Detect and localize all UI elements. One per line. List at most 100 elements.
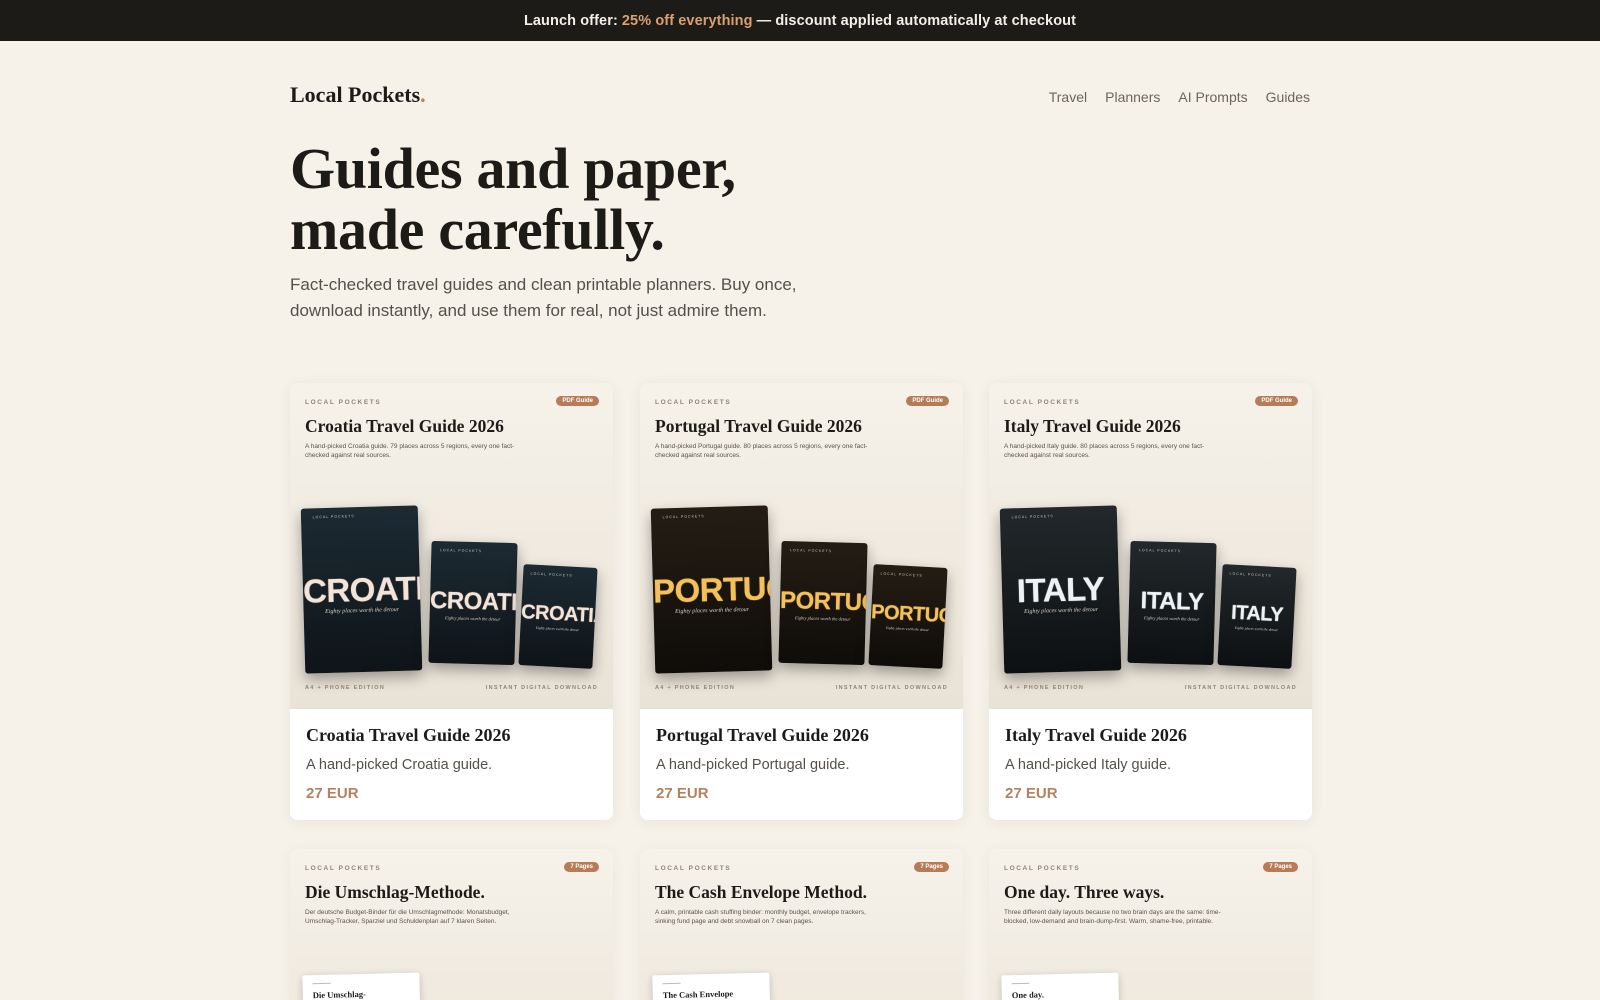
cover-description: A hand-picked Portugal guide. 80 places … [655,443,868,459]
book-title: ITALY [1140,587,1204,616]
cover-description: A calm, printable cash stuffing binder: … [655,909,866,925]
book-mockup-medium: LOCAL POCKETS CROATIA Eighty places wort… [428,540,518,666]
download-label: INSTANT DIGITAL DOWNLOAD [1184,685,1297,691]
cover-brand: LOCAL POCKETS [1004,399,1081,406]
product-title[interactable]: Portugal Travel Guide 2026 [656,725,947,746]
cover-title: The Cash Envelope Method. [655,882,867,902]
promo-banner: Launch offer: 25% off everything — disco… [0,0,1600,41]
cover-brand: LOCAL POCKETS [305,865,382,872]
site-logo[interactable]: Local Pockets. [290,82,426,108]
product-description: A hand-picked Portugal guide. [656,757,850,773]
cover-title: Italy Travel Guide 2026 [1004,416,1181,436]
product-info: Portugal Travel Guide 2026 A hand-picked… [640,709,963,820]
cover-title: Portugal Travel Guide 2026 [655,416,862,436]
logo-text: Local Pockets [290,82,421,107]
cover-description: Three different daily layouts because no… [1004,909,1221,925]
format-badge: PDF Guide [1255,396,1298,406]
product-cover-image: LOCAL POCKETS PDF Guide Portugal Travel … [640,383,963,709]
main-nav: Travel Planners AI Prompts Guides [1049,89,1310,105]
promo-suffix: — discount applied automatically at chec… [756,12,1077,29]
cover-description: A hand-picked Italy guide. 80 places acr… [1004,443,1205,459]
planner-card[interactable]: LOCAL POCKETS 7 Pages The Cash Envelope … [640,849,963,1000]
book-title: PORTUGAL [870,601,948,629]
cover-brand: LOCAL POCKETS [655,399,732,406]
book-mockup-large: LOCAL POCKETS PORTUGAL Eighty places wor… [650,505,773,674]
book-brand: LOCAL POCKETS [1011,514,1054,520]
book-title: ITALY [1230,601,1284,627]
cover-description: Der deutsche Budget-Binder für die Umsch… [305,909,510,925]
product-description: A hand-picked Croatia guide. [306,757,493,773]
promo-prefix: Launch offer: [523,12,618,29]
promo-highlight: 25% off everything [621,12,753,29]
hero-subtitle: Fact-checked travel guides and clean pri… [290,275,797,320]
product-description: A hand-picked Italy guide. [1005,757,1172,773]
book-brand: LOCAL POCKETS [439,548,483,554]
format-badge: PDF Guide [906,396,949,406]
edition-label: A4 + PHONE EDITION [1004,685,1085,691]
page-rule [1011,982,1030,985]
hero-title-line-1: Guides and paper, [290,136,736,201]
nav-planners[interactable]: Planners [1105,89,1160,105]
nav-guides[interactable]: Guides [1266,89,1310,105]
book-mockup-small: LOCAL POCKETS ITALY Eighty places worth … [1217,564,1297,669]
download-label: INSTANT DIGITAL DOWNLOAD [835,685,948,691]
product-info: Croatia Travel Guide 2026 A hand-picked … [290,709,613,820]
page-rule [662,982,681,985]
book-title: PORTUGAL [652,567,773,610]
cover-title: Croatia Travel Guide 2026 [305,416,504,436]
nav-ai-prompts[interactable]: AI Prompts [1178,89,1247,105]
book-mockup-large: LOCAL POCKETS CROATIA Eighty places wort… [300,505,423,674]
product-card[interactable]: LOCAL POCKETS PDF Guide Portugal Travel … [640,383,963,820]
book-mockup-medium: LOCAL POCKETS ITALY Eighty places worth … [1127,540,1217,666]
book-tagline: Eighty places worth the detour [794,615,851,622]
cover-description: A hand-picked Croatia guide. 79 places a… [305,443,515,459]
pages-badge: 7 Pages [564,862,599,872]
book-title: PORTUGAL [779,586,868,618]
product-price: 27 EUR [1005,785,1058,802]
page-title: The Cash Envelope [662,988,734,1000]
nav-travel[interactable]: Travel [1049,89,1087,105]
book-brand: LOCAL POCKETS [530,571,573,578]
planner-page-preview: The Cash Envelope [652,972,771,1000]
product-cover-image: LOCAL POCKETS PDF Guide Croatia Travel G… [290,383,613,709]
hero-title-line-2: made carefully. [290,197,665,262]
book-mockup-small: LOCAL POCKETS CROATIA Eighty places wort… [518,564,598,669]
book-tagline: Eighty places worth the detour [444,615,501,622]
cover-brand: LOCAL POCKETS [655,865,732,872]
page-rule [312,982,331,985]
book-title: CROATIA [520,601,598,628]
book-brand: LOCAL POCKETS [789,548,833,554]
product-card[interactable]: LOCAL POCKETS PDF Guide Croatia Travel G… [290,383,613,820]
product-price: 27 EUR [656,785,709,802]
pages-badge: 7 Pages [1263,862,1298,872]
product-price: 27 EUR [306,785,359,802]
book-title: ITALY [1016,569,1105,610]
book-brand: LOCAL POCKETS [1138,548,1182,554]
book-mockup-large: LOCAL POCKETS ITALY Eighty places worth … [999,505,1122,674]
book-brand: LOCAL POCKETS [880,571,923,578]
book-mockup-small: LOCAL POCKETS PORTUGAL Eighty places wor… [868,564,948,669]
book-brand: LOCAL POCKETS [1229,571,1272,578]
planner-card[interactable]: LOCAL POCKETS 7 Pages One day. Three way… [989,849,1312,1000]
planner-page-preview: Die Umschlag- [302,972,421,1000]
book-title: CROATIA [302,568,423,610]
download-label: INSTANT DIGITAL DOWNLOAD [485,685,598,691]
product-card[interactable]: LOCAL POCKETS PDF Guide Italy Travel Gui… [989,383,1312,820]
hero-title: Guides and paper, made carefully. [290,138,990,260]
product-title[interactable]: Italy Travel Guide 2026 [1005,725,1296,746]
book-title: CROATIA [429,586,518,617]
logo-dot: . [420,82,426,107]
cover-brand: LOCAL POCKETS [305,399,382,406]
book-brand: LOCAL POCKETS [662,514,705,520]
cover-title: One day. Three ways. [1004,882,1165,902]
page-title: Die Umschlag- [312,988,367,1000]
page-title: One day. [1011,989,1045,1000]
cover-title: Die Umschlag-Methode. [305,882,485,902]
planner-card[interactable]: LOCAL POCKETS 7 Pages Die Umschlag-Metho… [290,849,613,1000]
book-brand: LOCAL POCKETS [312,514,355,520]
format-badge: PDF Guide [556,396,599,406]
product-title[interactable]: Croatia Travel Guide 2026 [306,725,597,746]
product-info: Italy Travel Guide 2026 A hand-picked It… [989,709,1312,820]
planner-page-preview: One day. [1001,972,1120,1000]
pages-badge: 7 Pages [914,862,949,872]
